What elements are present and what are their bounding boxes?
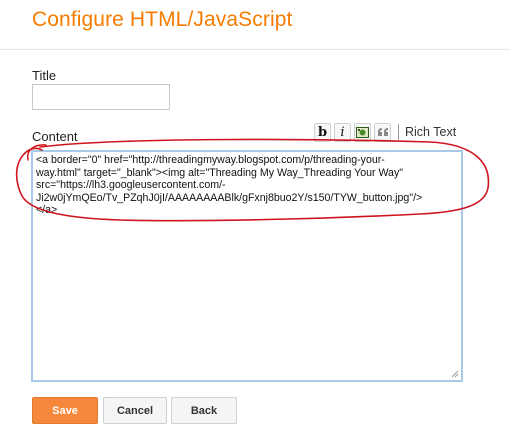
insert-image-button[interactable] — [354, 122, 371, 142]
page-header: Configure HTML/JavaScript — [0, 0, 510, 50]
title-input[interactable] — [32, 84, 170, 110]
editor-toolbar: b i Rich Text — [314, 120, 456, 144]
image-icon — [356, 126, 369, 138]
content-label: Content — [32, 129, 78, 144]
content-textarea[interactable]: <a border="0" href="http://threadingmywa… — [31, 150, 463, 382]
page-title: Configure HTML/JavaScript — [32, 8, 293, 31]
toolbar-divider — [398, 124, 399, 140]
quote-button[interactable] — [374, 122, 391, 142]
cancel-button[interactable]: Cancel — [103, 397, 167, 424]
back-button[interactable]: Back — [171, 397, 237, 424]
italic-button[interactable]: i — [334, 122, 351, 142]
rich-text-toggle[interactable]: Rich Text — [405, 125, 456, 139]
bold-button[interactable]: b — [314, 122, 331, 142]
save-button[interactable]: Save — [32, 397, 98, 424]
title-label: Title — [32, 68, 57, 83]
content-text: <a border="0" href="http://threadingmywa… — [36, 154, 423, 216]
resize-handle-icon[interactable] — [451, 370, 459, 378]
quote-icon — [377, 128, 388, 136]
